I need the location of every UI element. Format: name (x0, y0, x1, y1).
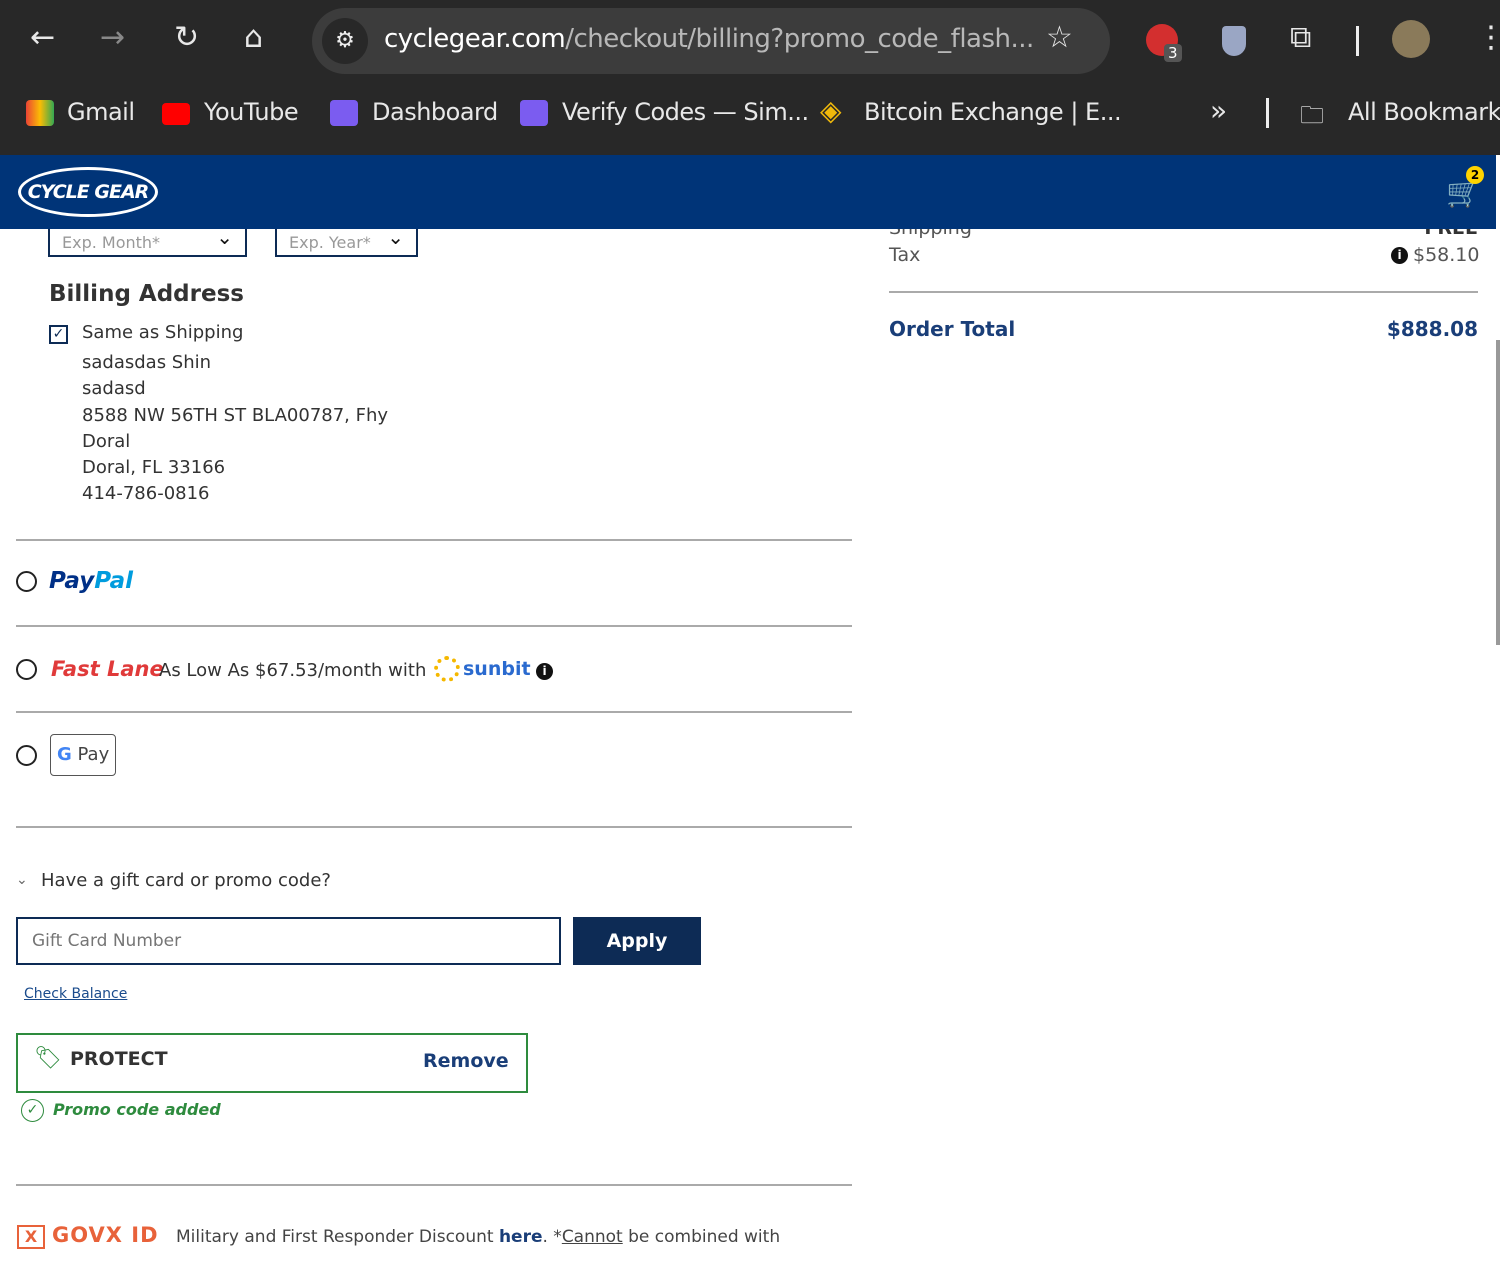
divider (16, 625, 852, 627)
all-bookmarks[interactable]: All Bookmarks (1348, 98, 1500, 126)
fastlane-logo: Fast Lane (51, 657, 164, 681)
bookmark-dashboard[interactable]: Dashboard (372, 98, 498, 126)
extensions-puzzle-icon[interactable]: ⧉ (1290, 20, 1311, 55)
extension-badge: 3 (1164, 44, 1182, 62)
divider (1266, 98, 1269, 128)
check-circle-icon: ✓ (21, 1099, 44, 1122)
address-line: 8588 NW 56TH ST BLA00787, Fhy (82, 404, 389, 426)
google-pay-button[interactable]: G Pay (50, 734, 116, 776)
menu-icon[interactable]: ⋮ (1476, 20, 1500, 55)
bookmark-star-icon[interactable]: ☆ (1046, 20, 1073, 55)
cycle-gear-logo[interactable]: CYCLE GEAR (18, 167, 158, 217)
exp-year-select[interactable]: Exp. Year* ⌄ (275, 225, 418, 257)
bookmark-verify-codes[interactable]: Verify Codes — Sim... (562, 98, 809, 126)
order-total-value: $888.08 (1386, 317, 1478, 341)
govx-logo: GOVX ID (52, 1223, 159, 1247)
back-icon[interactable]: ← (30, 20, 55, 55)
sunbit-logo: sunbit (463, 658, 531, 680)
divider (1356, 26, 1359, 56)
fastlane-radio[interactable] (16, 659, 37, 680)
reload-icon[interactable]: ↻ (174, 20, 199, 55)
divider (16, 539, 852, 541)
address-line: 414-786-0816 (82, 483, 210, 505)
promo-code: PROTECT (70, 1048, 168, 1070)
gmail-icon (26, 100, 54, 126)
divider (16, 711, 852, 713)
divider (16, 1184, 852, 1186)
paypal-radio[interactable] (16, 571, 37, 592)
divider (889, 291, 1478, 293)
gift-card-input[interactable] (16, 917, 561, 965)
govx-icon: X (17, 1225, 45, 1249)
apply-button[interactable]: Apply (573, 917, 701, 965)
scrollbar-thumb[interactable] (1496, 340, 1500, 645)
google-g-icon: G (57, 744, 72, 765)
bookmark-gmail[interactable]: Gmail (67, 98, 135, 126)
address-line: sadasdas Shin (82, 352, 212, 373)
forward-icon[interactable]: → (100, 20, 125, 55)
gpay-label: Pay (77, 744, 110, 765)
order-total-label: Order Total (889, 317, 1016, 341)
same-as-shipping-label[interactable]: Same as Shipping (82, 322, 243, 343)
bookmark-purple-icon (520, 100, 548, 126)
folder-icon: 🗀 (1300, 101, 1324, 129)
tag-icon: 🏷 (34, 1046, 62, 1071)
same-as-shipping-checkbox[interactable]: ✓ (49, 325, 68, 344)
tax-value: $58.10 (1413, 244, 1480, 266)
chevron-down-icon: ⌄ (216, 225, 233, 249)
url-text[interactable]: cyclegear.com/checkout/billing?promo_cod… (384, 24, 1034, 54)
billing-address-lines: sadasdas Shin sadasd 8588 NW 56TH ST BLA… (82, 350, 388, 508)
bookmark-bitcoin-exchange[interactable]: Bitcoin Exchange | E... (864, 98, 1122, 126)
address-line: Doral, FL 33166 (82, 457, 226, 479)
chevron-down-icon[interactable]: ⌄ (16, 872, 28, 888)
address-line: sadasd (82, 378, 146, 400)
home-icon[interactable]: ⌂ (244, 20, 263, 55)
fastlane-text: As Low As $67.53/month with (159, 660, 427, 681)
shipping-row: Shipping FREE (889, 229, 1478, 241)
sunbit-icon (434, 656, 460, 682)
remove-promo-button[interactable]: Remove (423, 1050, 509, 1072)
cart-count-badge: 2 (1466, 166, 1484, 184)
tax-label: Tax (889, 244, 921, 266)
promo-added-message: Promo code added (53, 1100, 221, 1119)
bookmark-youtube[interactable]: YouTube (204, 98, 299, 126)
billing-address-title: Billing Address (49, 281, 244, 307)
exp-year-placeholder: Exp. Year* (289, 233, 371, 252)
more-bookmarks-button[interactable]: » (1210, 94, 1227, 127)
chevron-down-icon: ⌄ (387, 225, 404, 249)
info-icon[interactable]: i (536, 663, 553, 680)
divider (16, 826, 852, 828)
paypal-logo[interactable]: PayPal (49, 568, 133, 594)
exp-month-select[interactable]: Exp. Month* ⌄ (48, 225, 247, 257)
tax-info-icon[interactable]: i (1391, 247, 1408, 264)
address-line: Doral (82, 430, 131, 452)
site-header (0, 155, 1496, 229)
promo-toggle[interactable]: Have a gift card or promo code? (41, 870, 331, 891)
bookmark-purple-icon (330, 100, 358, 126)
youtube-icon (162, 103, 190, 125)
exp-month-placeholder: Exp. Month* (62, 233, 161, 252)
profile-avatar[interactable] (1392, 20, 1430, 58)
check-balance-link[interactable]: Check Balance (24, 986, 127, 1002)
binance-icon: ◈ (820, 94, 842, 127)
site-info-icon[interactable]: ⚙ (322, 18, 368, 64)
shield-extension-icon[interactable] (1222, 26, 1246, 56)
govx-here-link[interactable]: here (499, 1227, 543, 1247)
gpay-radio[interactable] (16, 745, 37, 766)
govx-text: Military and First Responder Discount he… (176, 1227, 781, 1247)
